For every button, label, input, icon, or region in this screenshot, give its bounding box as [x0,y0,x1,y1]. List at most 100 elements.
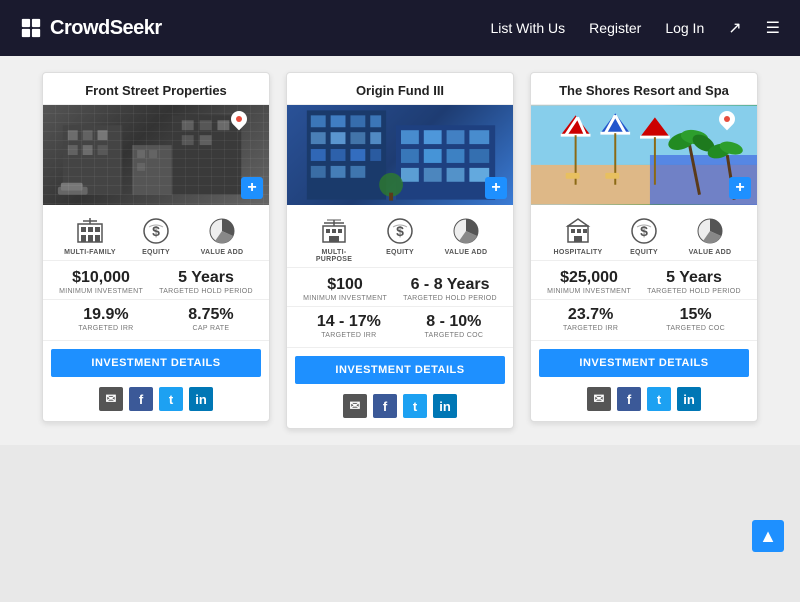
stat-min-invest-value: $10,000 [59,269,143,287]
stat-cap-front-street: 8.75% Cap Rate [188,306,233,332]
building-icon [74,215,106,247]
stats-row2-front-street: 19.9% Targeted IRR 8.75% Cap Rate [43,300,269,341]
menu-icon[interactable]: ☰ [766,18,780,38]
pie-icon-origin [450,215,482,247]
nav-log-in[interactable]: Log In [665,20,704,36]
value-add-label: Value Add [201,249,244,256]
card-origin-fund-title: Origin Fund III [287,73,513,105]
social-row-shores: ✉ f t in [531,381,757,421]
card-front-street-image: + [43,105,269,205]
stat-coc-label-shores: Targeted COC [666,325,725,332]
email-share-origin[interactable]: ✉ [343,394,367,418]
stat-coc-value-origin: 8 - 10% [424,313,483,331]
facebook-share-front-street[interactable]: f [129,387,153,411]
stat-irr-label-origin: Targeted IRR [317,332,381,339]
icon-equity-origin: $ Equity [370,215,430,263]
add-button-shores[interactable]: + [729,177,751,199]
pie-icon-shores [694,215,726,247]
email-share-front-street[interactable]: ✉ [99,387,123,411]
invest-btn-front-street[interactable]: Investment Details [51,349,261,377]
brand: CrowdSeekr [20,17,162,40]
icon-value-add: Value Add [192,215,252,256]
stat-irr-label: Targeted IRR [78,325,133,332]
social-row-origin-fund: ✉ f t in [287,388,513,428]
icons-row-shores: Hospitality $ Equity [531,205,757,261]
icons-row-front-street: Multi-Family $ Equity [43,205,269,261]
hospitality-icon [562,215,594,247]
value-add-label-origin: Value Add [445,249,488,256]
brand-logo-icon [20,17,42,39]
stat-min-invest-value-shores: $25,000 [547,269,631,287]
stat-hold-period-shores: 5 Years Targeted Hold Period [647,269,741,295]
stat-coc-label-origin: Targeted COC [424,332,483,339]
stat-irr-front-street: 19.9% Targeted IRR [78,306,133,332]
email-share-shores[interactable]: ✉ [587,387,611,411]
twitter-share-origin[interactable]: t [403,394,427,418]
stat-min-invest-label: Minimum Investment [59,288,143,295]
nav-links: List With Us Register Log In ↗ ☰ [490,18,780,38]
twitter-share-front-street[interactable]: t [159,387,183,411]
stat-irr-value: 19.9% [78,306,133,324]
card-origin-fund-image: + [287,105,513,205]
twitter-share-shores[interactable]: t [647,387,671,411]
stat-irr-label-shores: Targeted IRR [563,325,618,332]
icon-value-add-origin: Value Add [436,215,496,263]
building2-icon [318,215,350,247]
stat-min-invest-label-origin: Minimum Investment [303,295,387,302]
stat-cap-label: Cap Rate [188,325,233,332]
stat-irr-origin: 14 - 17% Targeted IRR [317,313,381,339]
card-shores-resort: The Shores Resort and Spa [530,72,758,422]
linkedin-share-shores[interactable]: in [677,387,701,411]
scroll-up-button[interactable]: ▲ [752,520,784,552]
stat-min-invest-value-origin: $100 [303,276,387,294]
linkedin-share-front-street[interactable]: in [189,387,213,411]
main-content: Front Street Properties [0,56,800,445]
dollar-icon-shores: $ [628,215,660,247]
pie-icon [206,215,238,247]
social-row-front-street: ✉ f t in [43,381,269,421]
equity-label: Equity [142,249,170,256]
stat-irr-value-origin: 14 - 17% [317,313,381,331]
invest-btn-origin-fund[interactable]: Investment Details [295,356,505,384]
value-add-label-shores: Value Add [689,249,732,256]
facebook-share-shores[interactable]: f [617,387,641,411]
stat-hold-period-label-origin: Targeted Hold Period [403,295,497,302]
dollar-icon-origin: $ [384,215,416,247]
invest-btn-shores[interactable]: Investment Details [539,349,749,377]
nav-list-with-us[interactable]: List With Us [490,20,565,36]
stats-row2-origin-fund: 14 - 17% Targeted IRR 8 - 10% Targeted C… [287,307,513,348]
stat-min-invest-front-street: $10,000 Minimum Investment [59,269,143,295]
stat-coc-value-shores: 15% [666,306,725,324]
facebook-share-origin[interactable]: f [373,394,397,418]
stat-hold-period-value-origin: 6 - 8 Years [403,276,497,294]
stats-row2-shores: 23.7% Targeted IRR 15% Targeted COC [531,300,757,341]
card-front-street: Front Street Properties [42,72,270,422]
brand-name: CrowdSeekr [50,17,162,40]
card-front-street-title: Front Street Properties [43,73,269,105]
stat-coc-shores: 15% Targeted COC [666,306,725,332]
stat-irr-value-shores: 23.7% [563,306,618,324]
stat-coc-origin: 8 - 10% Targeted COC [424,313,483,339]
icon-value-add-shores: Value Add [680,215,740,256]
icon-multi-family: Multi-Family [60,215,120,256]
stat-hold-period-value-shores: 5 Years [647,269,741,287]
card-shores-image: + [531,105,757,205]
linkedin-share-origin[interactable]: in [433,394,457,418]
add-button-origin-fund[interactable]: + [485,177,507,199]
nav-register[interactable]: Register [589,20,641,36]
icons-row-origin-fund: Multi-Purpose $ Equity [287,205,513,268]
equity-label-origin: Equity [386,249,414,256]
stats-row1-front-street: $10,000 Minimum Investment 5 Years Targe… [43,261,269,300]
multi-family-label: Multi-Family [64,249,116,256]
stat-hold-period-label-shores: Targeted Hold Period [647,288,741,295]
share-icon[interactable]: ↗ [728,18,741,38]
stat-irr-shores: 23.7% Targeted IRR [563,306,618,332]
equity-label-shores: Equity [630,249,658,256]
navbar: CrowdSeekr List With Us Register Log In … [0,0,800,56]
add-button-front-street[interactable]: + [241,177,263,199]
stat-min-invest-shores: $25,000 Minimum Investment [547,269,631,295]
stat-hold-period-front-street: 5 Years Targeted Hold Period [159,269,253,295]
stat-hold-period-label: Targeted Hold Period [159,288,253,295]
stats-row1-origin-fund: $100 Minimum Investment 6 - 8 Years Targ… [287,268,513,307]
icon-hospitality: Hospitality [548,215,608,256]
